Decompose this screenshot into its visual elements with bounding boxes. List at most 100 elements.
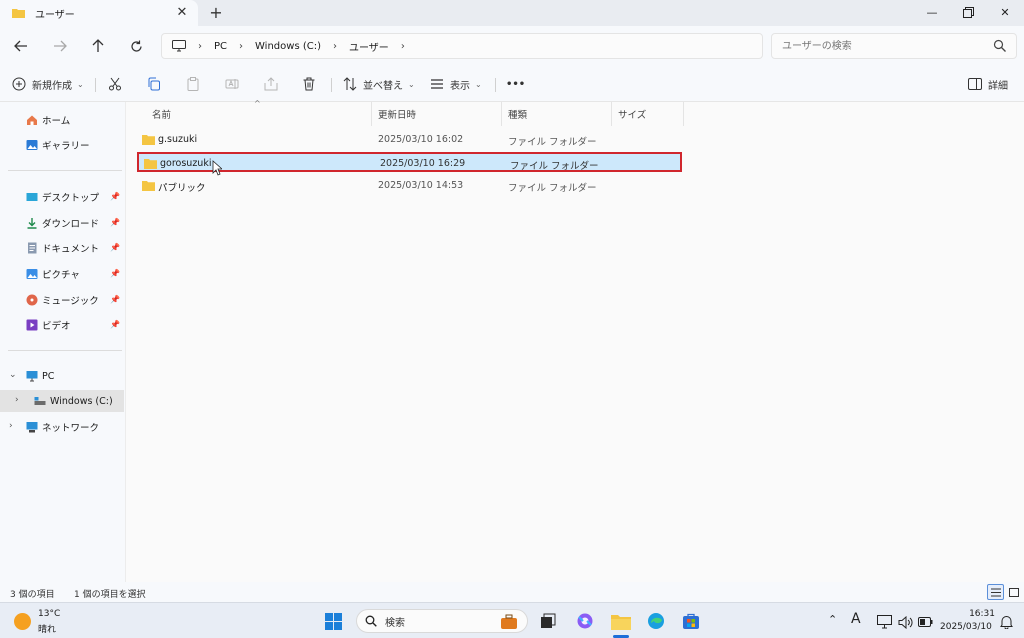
sidebar-item-downloads[interactable]: ダウンロード 📌 [0,212,124,234]
copilot-button[interactable] [574,610,596,632]
rename-button[interactable] [225,73,239,95]
ime-indicator[interactable]: A [851,611,861,627]
copy-button[interactable] [147,73,161,95]
notification-button[interactable] [995,611,1017,633]
chevron-right-icon[interactable]: › [9,421,13,431]
sidebar-item-music[interactable]: ミュージック 📌 [0,289,124,311]
restore-button[interactable] [950,0,986,24]
delete-button[interactable] [302,73,316,95]
mouse-cursor-icon [212,160,222,176]
tiles-view-button[interactable] [1005,584,1022,600]
sidebar-item-drive-c[interactable]: › Windows (C:) [0,390,124,412]
breadcrumb-separator: › [400,40,405,52]
share-icon [264,77,278,91]
display-icon[interactable] [873,611,895,633]
back-button[interactable] [9,35,33,57]
column-header-type[interactable]: 種類 [502,102,612,126]
forward-button[interactable] [48,35,72,57]
column-header-size[interactable]: サイズ [612,102,684,126]
arrow-up-icon [92,39,104,52]
tab-close-button[interactable]: ✕ [174,5,190,21]
share-button[interactable] [264,73,278,95]
edge-button[interactable] [645,610,667,632]
sidebar-divider [8,170,122,171]
search-highlight-icon[interactable] [498,611,520,633]
rename-icon [225,79,239,89]
breadcrumb-drive[interactable]: Windows (C:) [255,41,321,52]
taskbar: 13°C 晴れ 検索 ⌃ A 16:31 2025/03/10 [0,602,1024,638]
address-bar[interactable]: › PC › Windows (C:) › ユーザー › [161,33,763,59]
details-pane-button[interactable]: 詳細 [968,73,1008,95]
sidebar-item-videos[interactable]: ビデオ 📌 [0,314,124,336]
tab-users[interactable]: ユーザー ✕ [0,0,198,26]
file-name: g.suzuki [158,134,198,145]
up-button[interactable] [86,35,110,57]
battery-button[interactable] [914,611,936,633]
monitor-icon [172,40,186,52]
more-options-button[interactable]: ••• [506,73,525,95]
sidebar-item-pc[interactable]: ⌄ PC [0,365,124,387]
new-button[interactable]: 新規作成 ⌄ [12,73,84,95]
sidebar-item-home[interactable]: ホーム [0,109,124,131]
sidebar-item-gallery[interactable]: ギャラリー [0,134,124,156]
search-input[interactable] [771,33,1017,59]
minimize-button[interactable]: — [914,0,950,24]
cut-button[interactable] [108,73,122,95]
view-button[interactable]: 表示 ⌄ [430,73,482,95]
breadcrumb-pc[interactable]: PC [214,41,227,52]
file-date: 2025/03/10 14:53 [378,180,464,191]
volume-button[interactable] [894,611,916,633]
weather-condition[interactable]: 晴れ [38,622,56,635]
sidebar-item-label: ビデオ [42,321,71,332]
sidebar-divider [8,350,122,351]
navigation-pane: ホーム ギャラリー デスクトップ 📌 ダウンロード 📌 ドキュメント 📌 ピクチ… [0,102,126,582]
clock-time[interactable]: 16:31 [965,609,995,619]
file-list: ^ 名前 更新日時 種類 サイズ g.suzuki 2025/03/10 16:… [126,99,1024,582]
file-explorer-button[interactable] [610,610,632,632]
close-window-button[interactable]: ✕ [987,0,1023,24]
copilot-icon [577,613,593,629]
chevron-down-icon[interactable]: ⌄ [9,370,17,380]
refresh-button[interactable] [124,35,148,57]
chevron-right-icon[interactable]: › [15,395,19,405]
details-view-button[interactable] [987,584,1004,600]
chevron-up-icon[interactable]: ⌃ [828,613,837,626]
taskbar-search-label: 検索 [385,617,405,629]
sun-icon[interactable] [14,613,31,630]
sidebar-item-pictures[interactable]: ピクチャ 📌 [0,263,124,285]
folder-icon [12,9,25,18]
sidebar-item-documents[interactable]: ドキュメント 📌 [0,237,124,259]
column-label: 名前 [152,110,172,121]
sort-button[interactable]: 並べ替え ⌄ [343,73,415,95]
new-tab-button[interactable]: + [206,3,226,23]
drive-icon [34,397,46,405]
sidebar-item-label: ピクチャ [42,270,80,281]
start-button[interactable] [322,610,344,632]
breadcrumb-users[interactable]: ユーザー [349,39,389,54]
paste-button[interactable] [186,73,200,95]
windows-logo-icon [324,612,342,630]
task-view-button[interactable] [537,610,559,632]
pin-icon: 📌 [110,269,120,278]
file-date: 2025/03/10 16:02 [378,134,464,145]
chevron-down-icon: ⌄ [475,79,482,89]
file-row[interactable]: パブリック 2025/03/10 14:53 ファイル フォルダー [136,175,682,197]
pictures-icon [26,269,38,279]
file-type: ファイル フォルダー [510,161,599,172]
selection-count: 1 個の項目を選択 [74,590,146,600]
column-header-name[interactable]: 名前 [146,102,372,126]
sidebar-item-network[interactable]: › ネットワーク [0,416,124,438]
pin-icon: 📌 [110,295,120,304]
tiles-view-icon [1008,587,1019,597]
task-view-icon [541,613,556,628]
sidebar-item-desktop[interactable]: デスクトップ 📌 [0,186,124,208]
arrow-right-icon [54,40,67,52]
temperature[interactable]: 13°C [38,609,60,619]
store-button[interactable] [680,610,702,632]
column-header-date[interactable]: 更新日時 [372,102,502,126]
folder-icon [142,181,155,191]
clock-date[interactable]: 2025/03/10 [940,622,992,632]
file-row[interactable]: g.suzuki 2025/03/10 16:02 ファイル フォルダー [136,129,682,151]
sort-icon [343,77,357,91]
copy-icon [148,77,160,91]
